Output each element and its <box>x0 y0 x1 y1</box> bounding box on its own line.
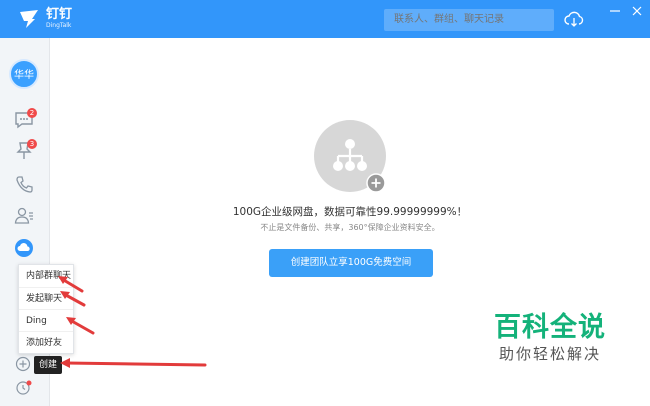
brand-name-cn: 钉钉 <box>46 7 73 22</box>
cloud-sync-icon[interactable] <box>564 10 584 28</box>
arrow-to-create <box>64 361 207 367</box>
phone-icon[interactable] <box>13 174 35 196</box>
watermark-title: 百科全说 <box>494 312 606 343</box>
menu-item-add-friend[interactable]: 添加好友 <box>19 331 73 353</box>
disk-subline: 不止是文件备份、共享，360°保障企业资料安全。 <box>260 223 440 232</box>
watermark-subtitle: 助你轻松解决 <box>498 345 601 363</box>
create-tooltip: 创建 <box>34 356 62 374</box>
search-input[interactable] <box>384 9 554 31</box>
settings-icon[interactable] <box>15 379 33 397</box>
create-team-button[interactable]: 创建团队立享100G免费空间 <box>269 249 433 277</box>
close-icon[interactable] <box>630 4 644 18</box>
disk-headline: 100G企业级网盘，数据可靠性99.99999999%！ <box>232 206 468 218</box>
chat-unread-badge: 2 <box>27 108 37 118</box>
menu-item-internal-group-chat[interactable]: 内部群聊天 <box>19 265 73 287</box>
brand-name: 钉钉 DingTalk <box>46 7 72 30</box>
brand-name-en: DingTalk <box>46 22 72 29</box>
create-menu: 内部群聊天 发起聊天 Ding 添加好友 <box>18 264 74 354</box>
plus-badge-icon <box>366 173 386 193</box>
dingtalk-logo-icon <box>20 10 38 28</box>
menu-item-ding[interactable]: Ding <box>19 309 73 331</box>
title-bar: 钉钉 DingTalk <box>0 0 650 38</box>
menu-item-start-chat[interactable]: 发起聊天 <box>19 287 73 309</box>
avatar[interactable]: 华华 <box>9 59 39 89</box>
watermark: 百科全说 助你轻松解决 <box>470 312 630 364</box>
contacts-icon[interactable] <box>13 205 35 227</box>
add-circle-icon[interactable] <box>15 356 31 372</box>
pin-unread-badge: 3 <box>27 139 37 149</box>
minimize-icon[interactable] <box>608 4 622 18</box>
cloud-disk-icon[interactable] <box>13 237 35 259</box>
